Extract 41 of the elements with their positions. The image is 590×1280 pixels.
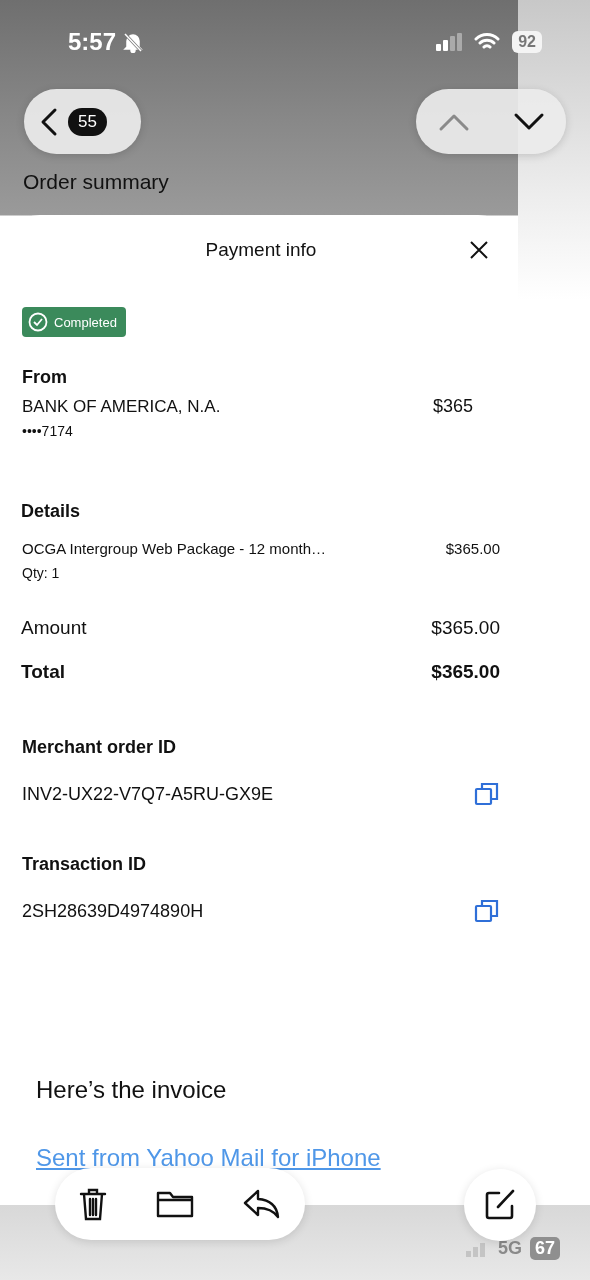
- total-label: Total: [21, 661, 65, 683]
- payer-name: BANK OF AMERICA, N.A.: [22, 397, 221, 417]
- trash-button[interactable]: [79, 1187, 108, 1221]
- card-number: ••••7174: [22, 423, 74, 439]
- copy-button[interactable]: [473, 897, 501, 925]
- folder-button[interactable]: [156, 1189, 194, 1219]
- status-text: Completed: [54, 314, 117, 330]
- section-label: Merchant order ID: [22, 737, 178, 758]
- amount-value: $365.00: [431, 617, 500, 639]
- section-label: From: [22, 367, 68, 388]
- status-time: 5:57: [68, 28, 117, 56]
- page-heading: Order summary: [23, 170, 170, 194]
- copy-button[interactable]: [473, 780, 501, 808]
- folder-icon: [156, 1189, 194, 1219]
- item-description: OCGA Intergroup Web Package - 12 month…: [22, 540, 327, 557]
- sheet-title: Payment info: [205, 239, 317, 261]
- signal-icon: [436, 33, 465, 51]
- trash-icon: [79, 1187, 108, 1221]
- back-icon: [40, 106, 58, 137]
- total-value: $365.00: [431, 661, 500, 683]
- item-price: $365.00: [445, 540, 500, 557]
- bell-muted-icon: [122, 31, 145, 53]
- battery-level: 67: [529, 1237, 560, 1260]
- payer-amount: $365: [432, 396, 474, 417]
- compose-icon: [483, 1188, 517, 1222]
- reply-button[interactable]: [242, 1189, 281, 1219]
- compose-button[interactable]: [464, 1169, 536, 1241]
- id-value: 2SH28639D4974890H: [22, 900, 204, 922]
- next-button[interactable]: [512, 111, 545, 132]
- reply-icon: [242, 1189, 281, 1219]
- item-quantity: Qty: 1: [22, 565, 61, 581]
- email-body: Here’s the invoice: [36, 1076, 228, 1104]
- close-button[interactable]: [468, 239, 490, 261]
- section-label: Transaction ID: [22, 854, 148, 875]
- id-value: INV2-UX22-V7Q7-A5RU-GX9E: [22, 783, 274, 805]
- amount-label: Amount: [21, 617, 87, 639]
- section-label: Details: [21, 501, 82, 522]
- check-icon: [28, 312, 48, 332]
- network-label: 5G: [497, 1238, 522, 1259]
- unread-count: 55: [68, 107, 107, 136]
- battery-level: 92: [512, 31, 542, 53]
